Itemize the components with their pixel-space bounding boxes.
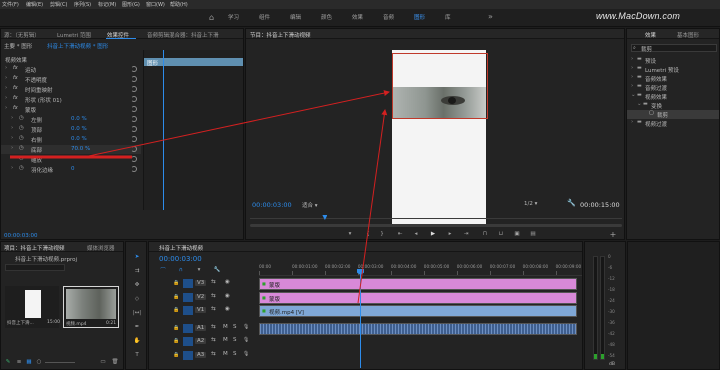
annotation-arrow [83, 90, 390, 158]
annotation-overlay [10, 90, 390, 304]
annotation-arrow [357, 109, 388, 304]
